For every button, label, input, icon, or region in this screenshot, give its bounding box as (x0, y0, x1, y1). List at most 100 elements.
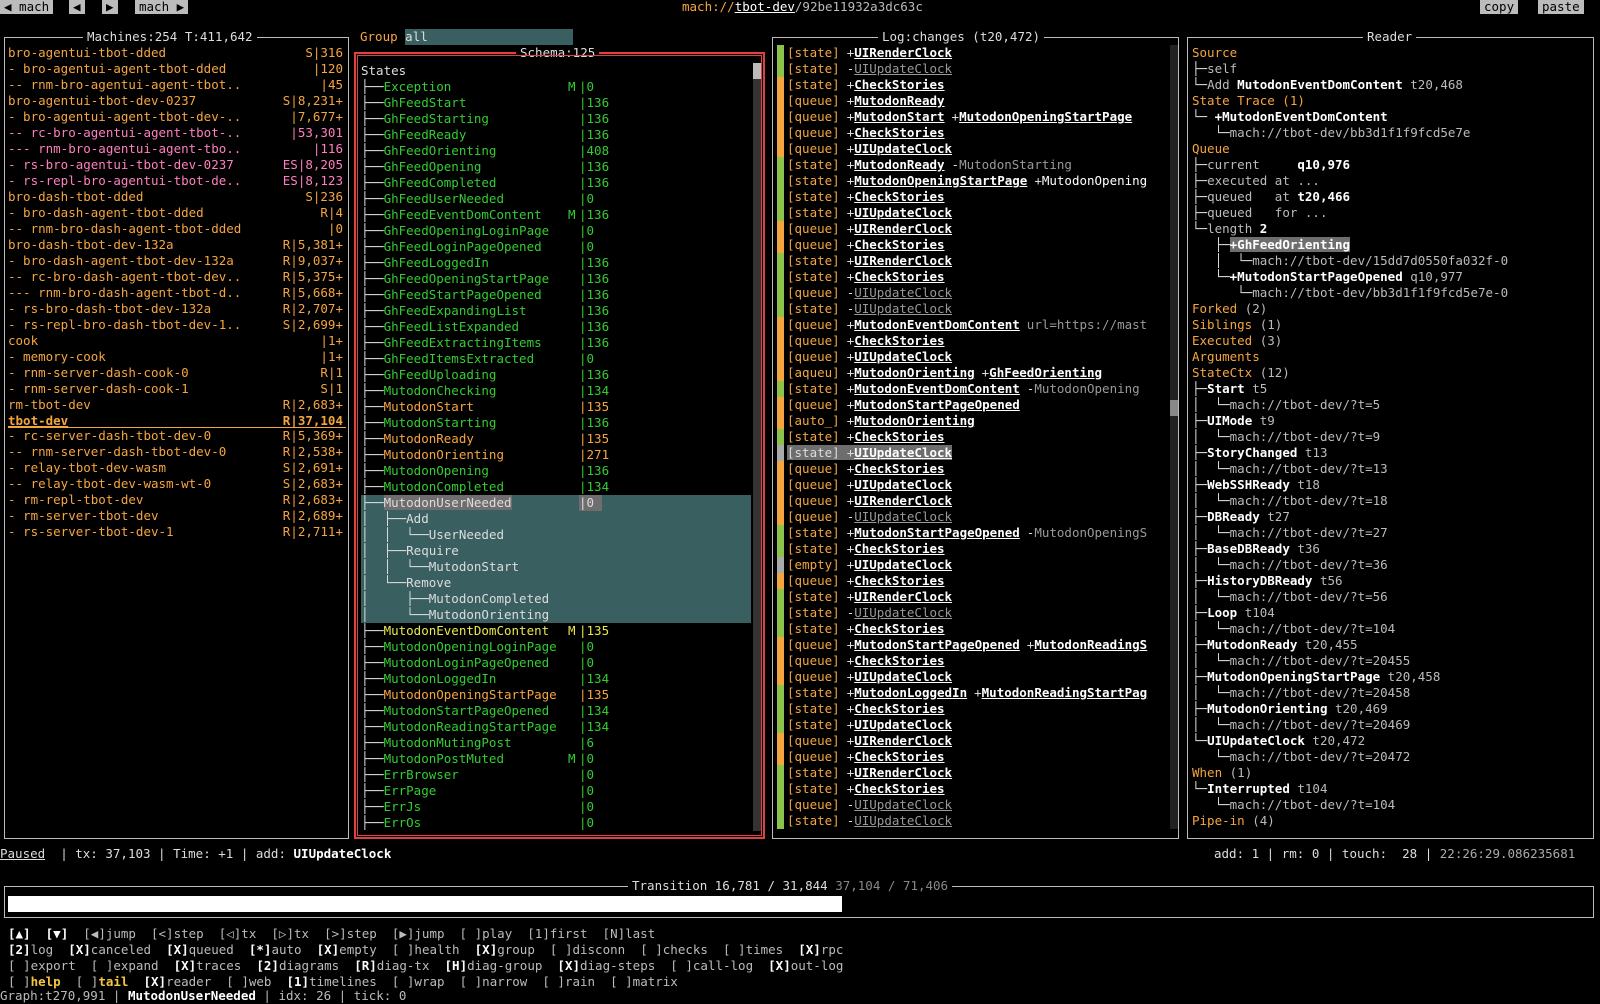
log-row[interactable]: [state] +CheckStories (777, 429, 1167, 445)
machine-row[interactable]: cook |1+ (8, 333, 346, 349)
log-state-change[interactable]: +MutodonOpeningStartPage (847, 173, 1028, 188)
log-state-name[interactable]: UIRenderClock (854, 45, 952, 60)
key-hint[interactable]: [ ] (8, 974, 31, 989)
machine-row[interactable]: - rnm-server-dash-cook-1 S|1 (8, 381, 346, 397)
log-state-name[interactable]: UIRenderClock (854, 493, 952, 508)
log-row[interactable]: [queue] +MutodonStartPageOpened +MutodonRe… (777, 637, 1167, 653)
key-hint[interactable]: diag-tx (377, 958, 445, 973)
log-state-change[interactable]: +MutodonReadingS (1027, 637, 1147, 652)
machine-row[interactable]: - rm-repl-tbot-dev R|2,683+ (8, 492, 346, 508)
log-state-change[interactable]: +CheckStories (847, 701, 945, 716)
machine-row[interactable]: bro-dash-tbot-dev-132a R|5,381+ (8, 237, 346, 253)
log-state-name[interactable]: CheckStories (854, 701, 944, 716)
key-hint[interactable]: [X] (144, 974, 167, 989)
machine-row[interactable]: - rs-repl-bro-dash-tbot-dev-1.. S|2,699+ (8, 317, 346, 333)
log-state-change[interactable]: +MutodonOpening (1034, 173, 1147, 188)
log-row[interactable]: [queue] +UIRenderClock (777, 733, 1167, 749)
log-row[interactable]: [queue] +UIRenderClock (777, 493, 1167, 509)
machine-row[interactable]: --- rnm-bro-dash-agent-tbot-d.. R|5,668+ (8, 285, 346, 301)
schema-row[interactable]: ├──GhFeedLoginPageOpened |0 (361, 239, 751, 255)
key-hint[interactable]: group [ ]disconn [ ]checks [ ]times (497, 942, 798, 957)
log-state-name[interactable]: UIUpdateClock (854, 797, 952, 812)
schema-row[interactable]: ├──ErrPage |0 (361, 783, 751, 799)
key-hint[interactable]: canceled (91, 942, 166, 957)
log-state-name[interactable]: CheckStories (854, 653, 944, 668)
schema-row[interactable]: │ │ └──UserNeeded (361, 527, 751, 543)
log-state-change[interactable]: +MutodonEventDomContent (847, 317, 1020, 332)
log-row[interactable]: [state] +UIRenderClock (777, 589, 1167, 605)
key-hint[interactable]: [X] (557, 958, 580, 973)
schema-row[interactable]: ├──Exception M |0 (361, 79, 751, 95)
log-row[interactable]: [queue] +MutodonEventDomContent url=https:… (777, 317, 1167, 333)
log-state-change[interactable]: +CheckStories (847, 189, 945, 204)
key-hint[interactable]: [ ] (61, 974, 99, 989)
log-row[interactable]: [state] -UIUpdateClock (777, 605, 1167, 621)
log-state-name[interactable]: UIRenderClock (854, 221, 952, 236)
log-state-change[interactable]: +CheckStories (847, 653, 945, 668)
log-row[interactable]: [queue] +CheckStories (777, 749, 1167, 765)
key-hint[interactable]: out-log (791, 958, 844, 973)
key-hint[interactable]: [X] (475, 942, 498, 957)
log-state-name[interactable]: CheckStories (854, 781, 944, 796)
key-hint[interactable]: diagrams (279, 958, 354, 973)
log-state-name[interactable]: UIUpdateClock (854, 445, 952, 460)
schema-row[interactable]: ├──GhFeedStart |136 (361, 95, 751, 111)
key-hint[interactable]: timelines [ ]wrap [ ]narrow [ ]rain [ ]m… (309, 974, 678, 989)
reader-text[interactable]: When (1192, 765, 1230, 780)
log-state-change[interactable]: +UIRenderClock (847, 589, 952, 604)
machine-row[interactable]: --- rnm-bro-agentui-agent-tbo.. |116 (8, 141, 346, 157)
log-state-change[interactable]: -UIUpdateClock (847, 285, 952, 300)
schema-row[interactable]: ├──MutodonEventDomContent M |135 (361, 623, 751, 639)
log-state-name[interactable]: MutodonReady (854, 157, 944, 172)
prev-button[interactable]: ◀ (69, 0, 85, 14)
log-state-name[interactable]: CheckStories (854, 269, 944, 284)
log-state-name[interactable]: CheckStories (854, 237, 944, 252)
schema-row[interactable]: │ └──Remove (361, 575, 751, 591)
log-row[interactable]: [queue] +CheckStories (777, 461, 1167, 477)
log-row[interactable]: [state] +UIRenderClock (777, 765, 1167, 781)
reader-text[interactable]: Forked (1192, 301, 1245, 316)
log-state-name[interactable]: UIUpdateClock (854, 813, 952, 828)
log-state-change[interactable]: +MutodonLoggedIn (847, 685, 967, 700)
schema-row[interactable]: │ └──MutodonOrienting (361, 607, 751, 623)
log-state-change[interactable]: +MutodonOrienting (847, 413, 975, 428)
log-state-change[interactable]: +MutodonReady (847, 157, 945, 172)
log-state-change[interactable]: +UIRenderClock (847, 253, 952, 268)
key-hint[interactable]: help (31, 974, 61, 989)
log-row[interactable]: [state] +MutodonReady -MutodonStarting (777, 157, 1167, 173)
key-hint[interactable]: [ ]export [ ]expand (8, 958, 174, 973)
log-row[interactable]: [queue] +CheckStories (777, 573, 1167, 589)
log-state-name[interactable]: UIRenderClock (854, 589, 952, 604)
paused-toggle[interactable]: Paused (0, 846, 45, 861)
schema-row[interactable]: ├──GhFeedOpening |136 (361, 159, 751, 175)
log-state-change[interactable]: +MutodonOrienting (847, 365, 975, 380)
log-state-name[interactable]: MutodonReadingS (1034, 637, 1147, 652)
log-row[interactable]: [queue] +UIUpdateClock (777, 141, 1167, 157)
log-state-name[interactable]: CheckStories (854, 573, 944, 588)
log-state-name[interactable]: UIUpdateClock (854, 717, 952, 732)
log-state-name[interactable]: GhFeedOrienting (989, 365, 1102, 380)
log-state-name[interactable]: UIUpdateClock (854, 349, 952, 364)
log-row[interactable]: [queue] +UIUpdateClock (777, 477, 1167, 493)
key-hint[interactable]: queued (189, 942, 249, 957)
log-state-name[interactable]: MutodonOrienting (854, 413, 974, 428)
log-state-change[interactable]: +UIRenderClock (847, 45, 952, 60)
schema-row[interactable]: │ ├──MutodonCompleted (361, 591, 751, 607)
machine-row[interactable]: -- rnm-bro-agentui-agent-tbot.. |45 (8, 77, 346, 93)
schema-row[interactable]: ├──MutodonUserNeeded |0 (361, 495, 751, 511)
log-state-change[interactable]: -UIUpdateClock (847, 797, 952, 812)
key-hint[interactable]: [2] (256, 958, 279, 973)
machine-row[interactable]: - rm-server-tbot-dev R|2,689+ (8, 508, 346, 524)
log-state-name[interactable]: MutodonStartPageOpened (854, 397, 1020, 412)
log-state-name[interactable]: MutodonOpeningStartPage (959, 109, 1132, 124)
log-row[interactable]: [queue] +CheckStories (777, 125, 1167, 141)
back-button[interactable]: ◀ mach (0, 0, 54, 14)
key-hint[interactable] (128, 974, 143, 989)
log-state-name[interactable]: UIUpdateClock (854, 557, 952, 572)
log-row[interactable]: [state] -UIUpdateClock (777, 813, 1167, 829)
machine-row[interactable]: bro-agentui-tbot-dded S|316 (8, 45, 346, 61)
log-row[interactable]: [state] +CheckStories (777, 701, 1167, 717)
log-state-change[interactable]: +UIUpdateClock (847, 669, 952, 684)
url-host-link[interactable]: tbot-dev (735, 0, 795, 14)
reader-text[interactable]: +GhFeedOrienting (1229, 237, 1351, 252)
